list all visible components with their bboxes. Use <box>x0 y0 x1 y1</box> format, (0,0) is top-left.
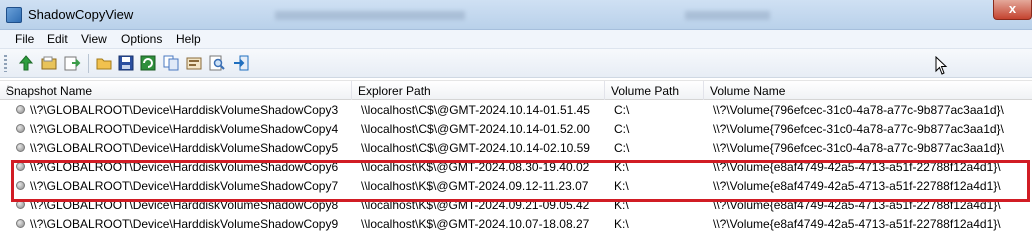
status-dot-icon <box>16 105 25 114</box>
table-row[interactable]: \\?\GLOBALROOT\Device\HarddiskVolumeShad… <box>0 157 1032 176</box>
explorer-path-cell: \\localhost\K$\@GMT-2024.09.21-09.05.42 <box>361 198 590 212</box>
copy-icon[interactable] <box>162 54 180 72</box>
column-label: Explorer Path <box>358 84 431 98</box>
menu-bar: File Edit View Options Help <box>0 30 1032 49</box>
folder-icon[interactable] <box>95 54 113 72</box>
save-icon[interactable] <box>117 54 135 72</box>
explorer-path-cell: \\localhost\C$\@GMT-2024.10.14-01.51.45 <box>361 103 590 117</box>
toolbar <box>0 49 1032 78</box>
volume-name-cell: \\?\Volume{e8af4749-42a5-4713-a51f-22788… <box>713 179 1001 193</box>
menu-view[interactable]: View <box>80 32 108 46</box>
open-file-icon[interactable] <box>40 54 58 72</box>
volume-path-cell: K:\ <box>614 198 629 212</box>
volume-name-cell: \\?\Volume{796efcec-31c0-4a78-a77c-9b877… <box>713 103 1004 117</box>
refresh-icon[interactable] <box>139 54 157 72</box>
status-dot-icon <box>16 143 25 152</box>
volume-name-cell: \\?\Volume{796efcec-31c0-4a78-a77c-9b877… <box>713 141 1004 155</box>
table-row[interactable]: \\?\GLOBALROOT\Device\HarddiskVolumeShad… <box>0 176 1032 195</box>
column-header-volume-name[interactable]: Volume Name <box>704 81 1032 100</box>
volume-path-cell: K:\ <box>614 179 629 193</box>
volume-name-cell: \\?\Volume{e8af4749-42a5-4713-a51f-22788… <box>713 198 1001 212</box>
table-row[interactable]: \\?\GLOBALROOT\Device\HarddiskVolumeShad… <box>0 214 1032 233</box>
table-header: Snapshot Name / Explorer Path Volume Pat… <box>0 80 1032 100</box>
column-label: Volume Name <box>710 84 786 98</box>
menu-help[interactable]: Help <box>175 32 202 46</box>
status-dot-icon <box>16 219 25 228</box>
table-row[interactable]: \\?\GLOBALROOT\Device\HarddiskVolumeShad… <box>0 100 1032 119</box>
table-row[interactable]: \\?\GLOBALROOT\Device\HarddiskVolumeShad… <box>0 119 1032 138</box>
column-header-explorer-path[interactable]: Explorer Path <box>352 81 605 100</box>
explorer-path-cell: \\localhost\K$\@GMT-2024.10.07-18.08.27 <box>361 217 590 231</box>
blurred-region <box>275 11 465 20</box>
snapshot-name-cell: \\?\GLOBALROOT\Device\HarddiskVolumeShad… <box>30 141 339 155</box>
column-header-volume-path[interactable]: Volume Path <box>605 81 704 100</box>
blurred-region <box>685 11 770 20</box>
explorer-path-cell: \\localhost\C$\@GMT-2024.10.14-01.52.00 <box>361 122 590 136</box>
status-dot-icon <box>16 200 25 209</box>
explorer-path-cell: \\localhost\C$\@GMT-2024.10.14-02.10.59 <box>361 141 590 155</box>
explorer-path-cell: \\localhost\K$\@GMT-2024.09.12-11.23.07 <box>361 179 589 193</box>
volume-name-cell: \\?\Volume{e8af4749-42a5-4713-a51f-22788… <box>713 217 1001 231</box>
app-icon <box>6 7 22 23</box>
table-row[interactable]: \\?\GLOBALROOT\Device\HarddiskVolumeShad… <box>0 195 1032 214</box>
status-dot-icon <box>16 181 25 190</box>
mouse-pointer-icon <box>935 56 948 75</box>
volume-path-cell: C:\ <box>614 141 630 155</box>
menu-file[interactable]: File <box>14 32 35 46</box>
snapshot-name-cell: \\?\GLOBALROOT\Device\HarddiskVolumeShad… <box>30 198 339 212</box>
snapshot-name-cell: \\?\GLOBALROOT\Device\HarddiskVolumeShad… <box>30 160 339 174</box>
menu-edit[interactable]: Edit <box>46 32 69 46</box>
column-header-snapshot-name[interactable]: Snapshot Name / <box>0 81 352 100</box>
go-up-icon[interactable] <box>17 54 35 72</box>
sort-indicator-icon: / <box>6 84 9 94</box>
column-label: Snapshot Name <box>6 84 93 98</box>
table-body: \\?\GLOBALROOT\Device\HarddiskVolumeShad… <box>0 100 1032 233</box>
volume-path-cell: K:\ <box>614 160 629 174</box>
status-dot-icon <box>16 124 25 133</box>
toolbar-grip[interactable] <box>4 55 7 72</box>
menu-options[interactable]: Options <box>120 32 163 46</box>
close-button[interactable]: x <box>993 0 1032 20</box>
snapshot-name-cell: \\?\GLOBALROOT\Device\HarddiskVolumeShad… <box>30 217 339 231</box>
status-dot-icon <box>16 162 25 171</box>
toolbar-separator <box>88 54 89 73</box>
find-icon[interactable] <box>208 54 226 72</box>
volume-path-cell: K:\ <box>614 217 629 231</box>
properties-icon[interactable] <box>185 54 203 72</box>
volume-path-cell: C:\ <box>614 103 630 117</box>
title-bar: ShadowCopyView x <box>0 0 1032 30</box>
export-icon[interactable] <box>63 54 81 72</box>
snapshot-name-cell: \\?\GLOBALROOT\Device\HarddiskVolumeShad… <box>30 103 339 117</box>
volume-name-cell: \\?\Volume{796efcec-31c0-4a78-a77c-9b877… <box>713 122 1004 136</box>
window-title: ShadowCopyView <box>28 7 134 22</box>
table-row[interactable]: \\?\GLOBALROOT\Device\HarddiskVolumeShad… <box>0 138 1032 157</box>
volume-path-cell: C:\ <box>614 122 630 136</box>
column-label: Volume Path <box>611 84 680 98</box>
exit-icon[interactable] <box>232 54 250 72</box>
volume-name-cell: \\?\Volume{e8af4749-42a5-4713-a51f-22788… <box>713 160 1001 174</box>
explorer-path-cell: \\localhost\K$\@GMT-2024.08.30-19.40.02 <box>361 160 590 174</box>
snapshot-list: Snapshot Name / Explorer Path Volume Pat… <box>0 80 1032 246</box>
snapshot-name-cell: \\?\GLOBALROOT\Device\HarddiskVolumeShad… <box>30 122 339 136</box>
snapshot-name-cell: \\?\GLOBALROOT\Device\HarddiskVolumeShad… <box>30 179 339 193</box>
